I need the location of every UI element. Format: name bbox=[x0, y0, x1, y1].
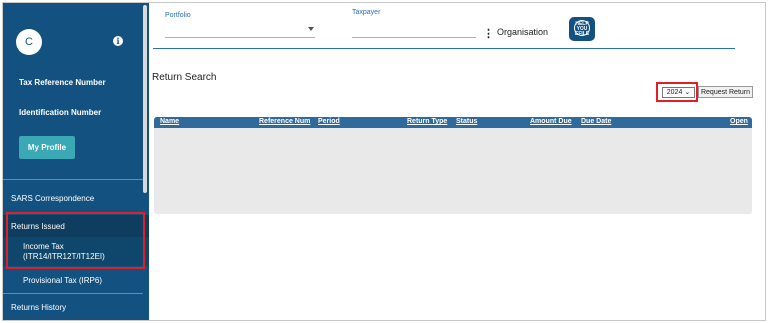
sidebar-item-returns-issued[interactable]: Returns Issued bbox=[3, 215, 149, 237]
help-you-efile-logo[interactable]: HELP YOU EFILE bbox=[569, 17, 595, 41]
year-select[interactable]: 2024 ⌄ bbox=[662, 87, 695, 98]
taxpayer-label: Taxpayer bbox=[352, 9, 381, 16]
column-header-due-date[interactable]: Due Date bbox=[581, 118, 611, 125]
column-header-open[interactable]: Open bbox=[730, 118, 748, 125]
info-icon[interactable]: i bbox=[113, 36, 123, 46]
portfolio-label: Portfolio bbox=[165, 12, 191, 19]
divider bbox=[3, 293, 143, 294]
portfolio-underline bbox=[165, 37, 315, 38]
help-logo-ring: HELP YOU EFILE bbox=[574, 20, 590, 37]
identification-label: Identification Number bbox=[19, 108, 102, 117]
sidebar-item-label: Returns History bbox=[11, 302, 67, 312]
returns-table: Name Reference Num Period Return Type St… bbox=[154, 117, 752, 214]
table-header: Name Reference Num Period Return Type St… bbox=[154, 117, 752, 128]
help-logo-text: HELP YOU EFILE bbox=[575, 21, 590, 37]
column-header-return-type[interactable]: Return Type bbox=[407, 118, 447, 125]
divider bbox=[3, 179, 143, 180]
avatar[interactable]: C bbox=[16, 29, 42, 55]
taxpayer-input[interactable] bbox=[352, 23, 474, 35]
sidebar-item-provisional-tax[interactable]: Provisional Tax (IRP6) bbox=[3, 273, 149, 289]
tax-reference-label: Tax Reference Number bbox=[19, 78, 106, 87]
sidebar-item-label: Provisional Tax (IRP6) bbox=[23, 276, 102, 286]
sidebar-item-income-tax[interactable]: Income Tax (ITR14/ITR12T/IT12EI) bbox=[3, 237, 149, 266]
chevron-down-icon: ⌄ bbox=[684, 88, 691, 96]
sidebar-item-sublabel: (ITR14/ITR12T/IT12EI) bbox=[23, 251, 105, 261]
more-options-icon[interactable]: ⋮ bbox=[483, 27, 494, 40]
my-profile-button[interactable]: My Profile bbox=[19, 136, 75, 159]
header-divider bbox=[153, 48, 735, 49]
sidebar-item-label: SARS Correspondence bbox=[11, 193, 95, 203]
taxpayer-underline bbox=[352, 37, 476, 38]
request-return-button[interactable]: Request Return bbox=[698, 86, 753, 98]
column-header-period[interactable]: Period bbox=[318, 118, 340, 125]
year-select-value: 2024 bbox=[666, 89, 683, 96]
sidebar-scrollbar[interactable] bbox=[143, 5, 147, 193]
column-header-amount-due[interactable]: Amount Due bbox=[530, 118, 572, 125]
page-title: Return Search bbox=[152, 72, 217, 83]
sidebar-item-sars-correspondence[interactable]: SARS Correspondence bbox=[3, 188, 149, 208]
portfolio-select[interactable] bbox=[165, 23, 313, 35]
sidebar-item-label: Returns Issued bbox=[11, 221, 65, 231]
organisation-label[interactable]: Organisation bbox=[497, 27, 548, 37]
app-window: C i Tax Reference Number Identification … bbox=[2, 2, 766, 321]
column-header-status[interactable]: Status bbox=[456, 118, 477, 125]
sidebar-item-returns-history[interactable]: Returns History bbox=[3, 299, 149, 315]
chevron-down-icon[interactable] bbox=[308, 27, 314, 31]
column-header-name[interactable]: Name bbox=[160, 118, 179, 125]
sidebar-item-label: Income Tax bbox=[23, 241, 64, 251]
sidebar: C i Tax Reference Number Identification … bbox=[3, 3, 149, 320]
column-header-reference-num[interactable]: Reference Num bbox=[259, 118, 310, 125]
